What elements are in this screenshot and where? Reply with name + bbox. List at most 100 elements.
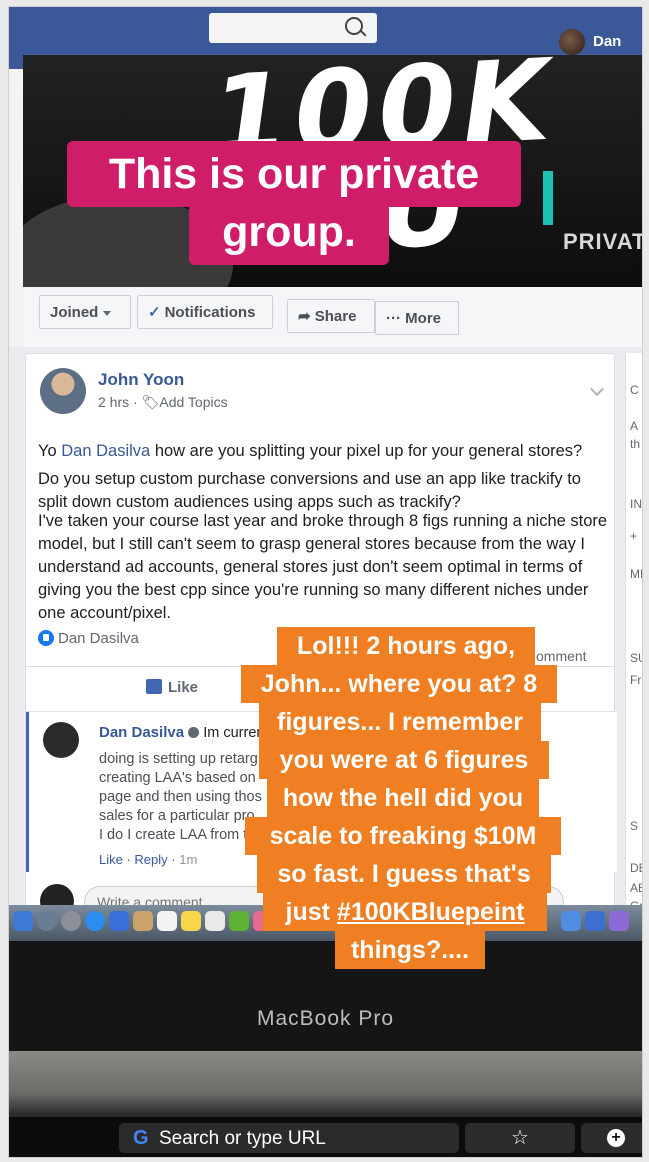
sidebar-text-10: ABC R: [630, 881, 642, 895]
poster-avatar[interactable]: [40, 368, 86, 414]
laptop-brand: MacBook Pro: [256, 1007, 395, 1030]
caption-orange-line7: so fast. I guess that's: [257, 855, 551, 893]
siri-icon[interactable]: [37, 911, 57, 931]
thumbs-up-icon: [146, 679, 162, 694]
checkmark-icon: ✓: [148, 304, 161, 321]
sidebar-text-5: ME: [630, 567, 642, 581]
reminders-icon[interactable]: [205, 911, 225, 931]
post-text-prefix: Yo: [38, 442, 62, 460]
calendar-icon[interactable]: [157, 911, 177, 931]
more-icon: ···: [386, 310, 406, 327]
post-time[interactable]: 2 hrs: [98, 394, 129, 410]
caption-orange-line8: just #100KBluepeint: [263, 893, 547, 931]
folder-icon[interactable]: [561, 911, 581, 931]
sidebar-text-4[interactable]: +: [630, 529, 637, 543]
caption-orange-line6: scale to freaking $10M: [245, 817, 561, 855]
comment-like-link[interactable]: Like: [99, 852, 123, 867]
notifications-button[interactable]: ✓ Notifications: [137, 295, 273, 329]
notifications-label: Notifications: [164, 304, 256, 321]
comment-line-4: sales for a particular pro: [99, 808, 255, 824]
touchbar-search-text: Search or type URL: [159, 1128, 326, 1149]
joined-label: Joined: [50, 304, 99, 321]
reaction-summary[interactable]: Dan Dasilva: [38, 630, 139, 647]
sidebar-text-7: Frien: [630, 673, 642, 687]
google-icon: G: [133, 1127, 149, 1149]
comment-line-5: I do I create LAA from t: [99, 827, 248, 843]
tag-icon: 🏷: [141, 394, 160, 410]
finder-icon[interactable]: [13, 911, 33, 931]
cover-subtitle: PRIVATE M: [563, 229, 642, 254]
sidebar-text-6: SUG: [630, 651, 642, 665]
like-button[interactable]: Like: [146, 679, 198, 696]
caption-orange-line5: how the hell did you: [267, 779, 539, 817]
maps-icon[interactable]: [229, 911, 249, 931]
commenter-name[interactable]: Dan Dasilva Im curren: [99, 724, 264, 741]
post-text-suffix: how are you splitting your pixel up for …: [150, 442, 583, 460]
caption-orange-line1: Lol!!! 2 hours ago,: [277, 627, 535, 665]
caption-orange-line3: figures... I remember: [259, 703, 541, 741]
hashtag-link[interactable]: #100KBluepeint: [337, 898, 525, 926]
safari-icon[interactable]: [85, 911, 105, 931]
laptop-bezel: [9, 941, 642, 1051]
comment-line-3: page and then using thos: [99, 789, 262, 805]
more-label: More: [405, 310, 441, 327]
comment-time: 1m: [179, 852, 198, 867]
touch-bar: G Search or type URL ☆ +: [9, 1117, 642, 1157]
caption-orange-line4: you were at 6 figures: [259, 741, 549, 779]
comment-reply-link[interactable]: Reply: [134, 852, 167, 867]
share-button[interactable]: ➦ Share: [287, 299, 375, 333]
search-icon[interactable]: [345, 17, 363, 35]
caption-orange-line9: things?....: [335, 931, 485, 969]
right-sidebar: C A th IN + ME SUG Frien S DESCR ABC R G…: [625, 353, 642, 923]
caption-private-group-line2: group.: [189, 203, 389, 265]
facebook-search-bar[interactable]: [209, 13, 377, 43]
plus-icon: +: [607, 1129, 625, 1147]
commenter-name-text: Dan Dasilva: [99, 724, 185, 741]
group-action-row: Joined ✓ Notifications ➦ Share ··· More: [23, 287, 642, 347]
chevron-down-icon: [103, 310, 112, 316]
user-avatar[interactable]: [559, 29, 585, 55]
comment-line-2: creating LAA's based on: [99, 770, 256, 786]
post-paragraph-3: I've taken your course last year and bro…: [38, 512, 608, 622]
comment-count[interactable]: omment: [536, 648, 587, 664]
mention-link[interactable]: Dan Dasilva: [61, 442, 150, 460]
photo-frame: Dan 100K BLU PRIVATE M Joined ✓Notificat…: [8, 6, 643, 1158]
user-name[interactable]: Dan: [593, 33, 621, 50]
sidebar-text-1: A: [630, 419, 639, 433]
caption-orange-line2: John... where you at? 8: [241, 665, 557, 703]
bookmark-star-icon[interactable]: ☆: [465, 1123, 575, 1153]
sidebar-text-2: th: [630, 437, 641, 451]
notes-icon[interactable]: [181, 911, 201, 931]
sidebar-text-9: DESCR: [630, 861, 642, 875]
share-icon: ➦: [298, 308, 315, 325]
post-meta: 2 hrs · 🏷Add Topics: [98, 394, 228, 410]
caption-just-text: just: [285, 898, 337, 926]
comment-line-1: doing is setting up retarg: [99, 751, 258, 767]
mail-icon[interactable]: [109, 911, 129, 931]
new-tab-button[interactable]: +: [581, 1123, 642, 1153]
cover-accent-bar: [543, 171, 553, 225]
commenter-avatar[interactable]: [43, 722, 79, 758]
star-app-icon[interactable]: [609, 911, 629, 931]
launchpad-icon[interactable]: [61, 911, 81, 931]
like-label: Like: [168, 679, 199, 696]
downloads-icon[interactable]: [585, 911, 605, 931]
reaction-name: Dan Dasilva: [58, 630, 139, 647]
touchbar-search[interactable]: G Search or type URL: [119, 1123, 459, 1153]
joined-button[interactable]: Joined: [39, 295, 131, 329]
share-label: Share: [314, 308, 357, 325]
like-reaction-icon: [38, 630, 54, 646]
post-paragraph-2: Do you setup custom purchase conversions…: [38, 470, 581, 511]
post-options-chevron-icon[interactable]: [589, 381, 605, 397]
sidebar-text-0: C: [630, 383, 639, 397]
admin-badge-icon: [188, 727, 200, 738]
caption-private-group-line1: This is our private: [67, 141, 521, 207]
sidebar-text-8[interactable]: S: [630, 819, 638, 833]
sidebar-text-3: IN: [630, 497, 642, 511]
add-topics-link[interactable]: Add Topics: [159, 394, 227, 410]
contacts-icon[interactable]: [133, 911, 153, 931]
poster-name[interactable]: John Yoon: [98, 370, 184, 390]
comment-actions: Like · Reply · 1m: [99, 852, 198, 867]
more-button[interactable]: ··· More: [375, 301, 459, 335]
comment-line-0: Im curren: [203, 725, 265, 741]
